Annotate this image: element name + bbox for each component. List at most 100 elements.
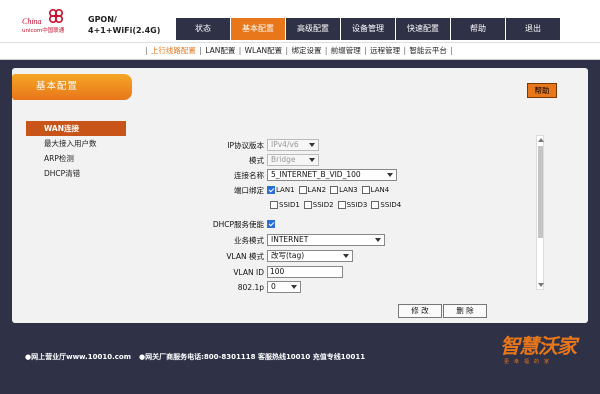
checkbox-icon [298,186,307,194]
service-mode-select[interactable]: INTERNET [267,234,385,246]
port-lan2-checkbox[interactable]: LAN2 [298,186,326,194]
nav-advanced-config[interactable]: 高级配置 [286,18,340,40]
dhcp-enable-checkbox[interactable] [267,220,276,228]
row-vlan-id: VLAN ID 100 [142,265,343,279]
wan-form: IP协议版本 IPv4/v6 模式 Bridge 连接名称 5_INTERNET… [142,134,542,294]
sidebar-item-wan[interactable]: WAN连接 [26,121,126,136]
top-nav: 状态 基本配置 高级配置 设备管理 快速配置 帮助 退出 [176,18,561,40]
product-line-1: GPON/ [88,15,117,24]
chevron-down-icon [375,238,381,242]
connection-name-select[interactable]: 5_INTERNET_B_VID_100 [267,169,397,181]
row-mode: 模式 Bridge [142,153,319,167]
subnav-prefix-management[interactable]: 前缀管理 [331,46,361,55]
checkbox-icon [303,201,312,209]
sidebar: WAN连接 最大接入用户数 ARP检测 DHCP清错 [26,121,126,181]
subnav-lan-config[interactable]: LAN配置 [205,46,235,55]
dot1p-value: 0 [271,282,276,291]
delete-button[interactable]: 删 除 [443,304,487,318]
port-lan3-checkbox[interactable]: LAN3 [330,186,358,194]
section-title: 基本配置 [12,74,132,100]
subnav-remote-management[interactable]: 远程管理 [370,46,400,55]
subnav-uplink-config[interactable]: 上行线路配置 [151,46,196,55]
sidebar-item-arp-detect[interactable]: ARP检测 [26,151,126,166]
nav-device-management[interactable]: 设备管理 [341,18,395,40]
subnav-binding-settings[interactable]: 绑定设置 [291,46,321,55]
modify-button[interactable]: 修 改 [398,304,442,318]
nav-help[interactable]: 帮助 [451,18,505,40]
checkbox-icon [371,201,380,209]
port-ssid1-checkbox[interactable]: SSID1 [270,201,300,209]
unicom-knot-icon [48,8,64,24]
row-port-binding: 端口绑定 LAN1 LAN2 LAN3 LAN4 [142,183,393,197]
dot1p-label: 802.1p [237,282,264,292]
port-lan4-checkbox[interactable]: LAN4 [361,186,389,194]
scroll-down-icon[interactable] [538,283,544,287]
main-panel: 基本配置 帮助 WAN连接 最大接入用户数 ARP检测 DHCP清错 IP协议版… [12,68,588,323]
service-mode-value: INTERNET [271,235,309,244]
checkbox-icon [361,186,370,194]
port-ssid2-checkbox[interactable]: SSID2 [303,201,334,209]
brand-logo: 智慧沃家 更幸福的家 [500,330,577,365]
mode-value: Bridge [271,155,296,164]
chevron-down-icon [343,254,349,258]
row-connection-name: 连接名称 5_INTERNET_B_VID_100 [142,168,397,182]
form-scrollbar[interactable] [536,135,544,290]
help-button[interactable]: 帮助 [527,83,557,98]
brand-name: 智慧沃家 [500,334,577,358]
footer-online-hall: ●网上营业厅www.10010.com [25,353,131,361]
sub-nav: | 上行线路配置 | LAN配置 | WLAN配置 | 绑定设置 | 前缀管理 … [0,42,600,60]
chevron-down-icon [291,285,297,289]
nav-basic-config[interactable]: 基本配置 [231,18,285,40]
ip-version-label: IP协议版本 [227,140,264,150]
brand-slogan: 更幸福的家 [504,359,555,365]
sidebar-item-max-users[interactable]: 最大接入用户数 [26,136,126,151]
sidebar-item-dhcp-clear[interactable]: DHCP清错 [26,166,126,181]
row-ip-version: IP协议版本 IPv4/v6 [142,138,319,152]
chevron-down-icon [309,158,315,162]
unicom-logo: China unicom中国联通 [22,6,80,38]
row-dot1p: 802.1p 0 [142,280,301,294]
port-binding-label: 端口绑定 [234,185,264,195]
ip-version-value: IPv4/v6 [271,140,299,149]
nav-logout[interactable]: 退出 [506,18,560,40]
subnav-wlan-config[interactable]: WLAN配置 [245,46,283,55]
nav-quick-config[interactable]: 快速配置 [396,18,450,40]
dhcp-enable-label: DHCP服务使能 [212,219,264,229]
subnav-cloud-platform[interactable]: 智能云平台 [409,46,447,55]
connection-name-label: 连接名称 [234,170,264,180]
vlan-mode-label: VLAN 模式 [226,251,264,261]
row-vlan-mode: VLAN 模式 改写(tag) [142,249,353,263]
checkbox-icon [330,186,339,194]
connection-name-value: 5_INTERNET_B_VID_100 [271,170,361,179]
header: China unicom中国联通 GPON/ 4+1+WiFi(2.4G) 状态… [0,0,600,42]
checkbox-checked-icon [267,220,275,228]
ip-version-select: IPv4/v6 [267,139,319,151]
checkbox-icon [270,201,278,209]
logo-text-china: China [22,17,42,26]
mode-label: 模式 [249,155,264,165]
footer: ●网上营业厅www.10010.com ●网关厂商服务电话:800-8301118… [25,352,365,362]
vlan-id-input[interactable]: 100 [267,266,343,278]
vlan-mode-select[interactable]: 改写(tag) [267,250,353,262]
footer-service-info: ●网关厂商服务电话:800-8301118 客服热线10010 充值专线1001… [138,353,366,361]
row-port-binding-ssid: SSID1 SSID2 SSID3 SSID4 [270,198,405,212]
scroll-thumb[interactable] [538,146,543,238]
product-line-2: 4+1+WiFi(2.4G) [88,26,161,35]
mode-select: Bridge [267,154,319,166]
nav-status[interactable]: 状态 [176,18,230,40]
checkbox-checked-icon [267,186,275,194]
dot1p-select[interactable]: 0 [267,281,301,293]
row-dhcp-enable: DHCP服务使能 [142,217,280,231]
vlan-id-label: VLAN ID [233,267,264,277]
chevron-down-icon [309,143,315,147]
port-lan1-checkbox[interactable]: LAN1 [267,186,295,194]
vlan-mode-value: 改写(tag) [271,251,305,260]
logo-text-unicom: unicom中国联通 [22,28,65,34]
port-ssid4-checkbox[interactable]: SSID4 [371,201,401,209]
port-ssid3-checkbox[interactable]: SSID3 [337,201,367,209]
checkbox-icon [337,201,346,209]
chevron-down-icon [387,173,393,177]
product-name: GPON/ 4+1+WiFi(2.4G) [88,14,160,36]
row-service-mode: 业务模式 INTERNET [142,233,385,247]
scroll-up-icon[interactable] [538,138,544,142]
